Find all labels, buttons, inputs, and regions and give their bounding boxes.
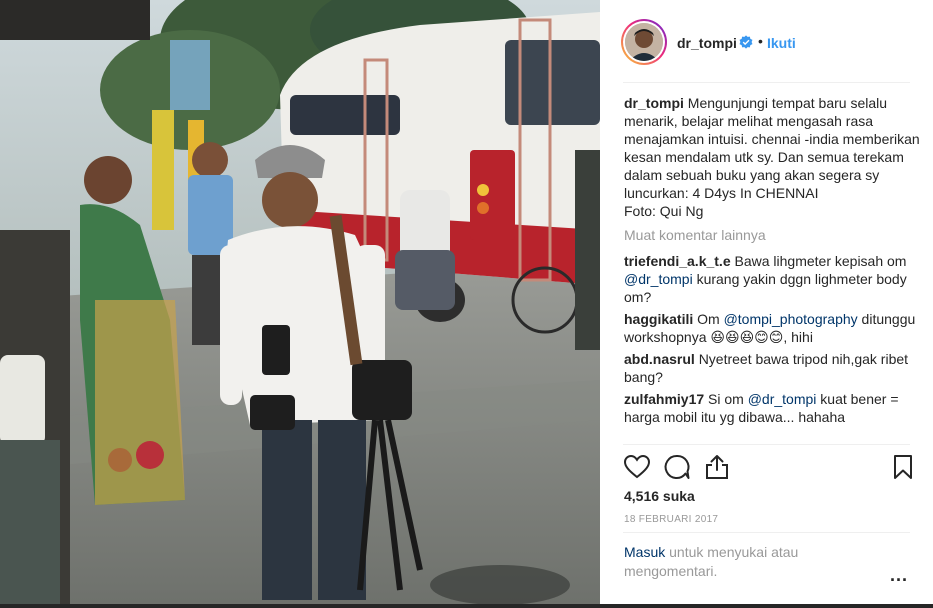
- photo-illustration: [0, 0, 600, 604]
- footer-divider: [623, 532, 910, 533]
- comment-username[interactable]: zulfahmiy17: [624, 391, 704, 407]
- load-more-comments-button[interactable]: Muat komentar lainnya: [624, 226, 920, 244]
- post-header: dr_tompi • Ikuti: [600, 0, 933, 82]
- avatar-image: [625, 23, 663, 61]
- avatar[interactable]: [621, 19, 667, 65]
- login-prompt: Masuk untuk menyukai atau mengomentari.: [624, 543, 844, 581]
- separator-dot: •: [758, 33, 763, 49]
- likes-count[interactable]: 4,516 suka: [624, 488, 695, 504]
- caption-username[interactable]: dr_tompi: [624, 95, 684, 111]
- comment-item: triefendi_a.k_t.e Bawa lihgmeter kepisah…: [624, 252, 920, 306]
- caption: dr_tompi Mengunjungi tempat baru selalu …: [624, 94, 920, 220]
- comment-username[interactable]: abd.nasrul: [624, 351, 695, 367]
- follow-button[interactable]: Ikuti: [767, 35, 796, 51]
- comments-list[interactable]: dr_tompi Mengunjungi tempat baru selalu …: [624, 94, 920, 444]
- post-photo[interactable]: [0, 0, 600, 604]
- heart-icon[interactable]: [622, 452, 652, 482]
- comments-divider: [623, 444, 910, 445]
- comment-item: zulfahmiy17 Si om @dr_tompi kuat bener =…: [624, 390, 920, 426]
- comment-text: Bawa lihgmeter kepisah om: [734, 253, 907, 269]
- post-username[interactable]: dr_tompi: [677, 35, 737, 51]
- post-date[interactable]: 18 FEBRUARI 2017: [624, 514, 718, 525]
- share-icon[interactable]: [702, 452, 732, 482]
- more-options-button[interactable]: ...: [890, 565, 908, 586]
- comment-item: abd.nasrul Nyetreet bawa tripod nih,gak …: [624, 350, 920, 386]
- comment-username[interactable]: haggikatili: [624, 311, 693, 327]
- comment-text: Om: [697, 311, 724, 327]
- comment-mention[interactable]: @dr_tompi: [624, 271, 693, 287]
- comment-mention[interactable]: @dr_tompi: [748, 391, 817, 407]
- avatar-portrait: [625, 23, 663, 61]
- action-bar: [620, 452, 916, 482]
- comment-icon[interactable]: [662, 452, 692, 482]
- comment-mention[interactable]: @tompi_photography: [724, 311, 858, 327]
- header-divider: [623, 82, 910, 83]
- comment-username[interactable]: triefendi_a.k_t.e: [624, 253, 731, 269]
- bookmark-icon[interactable]: [888, 452, 918, 482]
- caption-text: Mengunjungi tempat baru selalu menarik, …: [624, 95, 920, 219]
- post-side-panel: dr_tompi • Ikuti dr_tompi Mengunjungi te…: [600, 0, 933, 604]
- login-link[interactable]: Masuk: [624, 544, 665, 560]
- verified-badge-icon: [739, 35, 753, 49]
- comment-text: Si om: [708, 391, 748, 407]
- comment-item: haggikatili Om @tompi_photography ditung…: [624, 310, 920, 346]
